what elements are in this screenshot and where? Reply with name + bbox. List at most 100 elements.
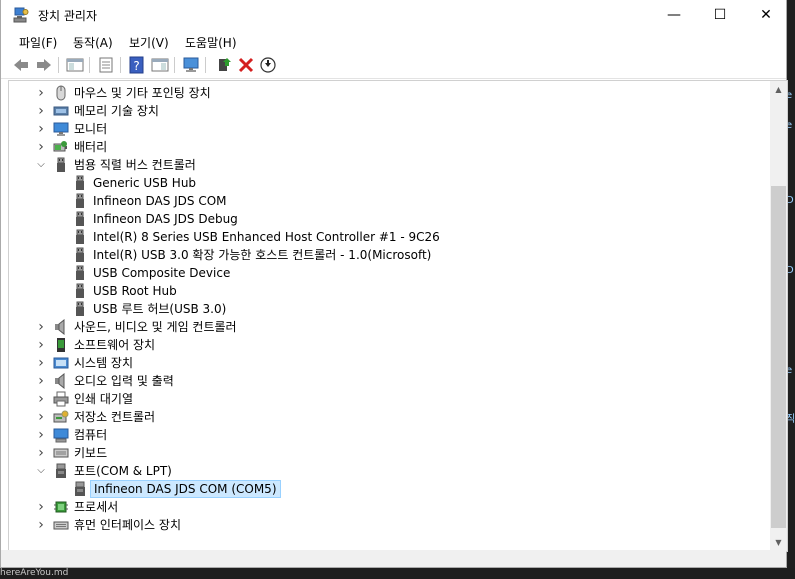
update-driver-icon[interactable] xyxy=(215,56,233,74)
expand-chevron-icon[interactable]: › xyxy=(36,84,46,102)
tree-item-label: 범용 직렬 버스 컨트롤러 xyxy=(74,158,196,172)
tree-item-label: 배터리 xyxy=(74,140,108,154)
minimize-button[interactable]: — xyxy=(651,0,697,30)
tree-item-label: 휴먼 인터페이스 장치 xyxy=(74,518,181,532)
expand-chevron-icon[interactable]: › xyxy=(36,318,46,336)
mouse-icon xyxy=(56,85,66,101)
tree-category[interactable]: › 메모리 기술 장치 xyxy=(9,102,749,120)
scroll-down-arrow[interactable]: ▼ xyxy=(770,534,787,551)
tree-device[interactable]: Infineon DAS JDS Debug xyxy=(9,210,749,228)
tree-category[interactable]: ⌵ 포트(COM & LPT) xyxy=(9,462,749,480)
forward-icon[interactable] xyxy=(35,56,53,74)
tree-device[interactable]: USB 루트 허브(USB 3.0) xyxy=(9,300,749,318)
memory-device-icon xyxy=(53,106,69,116)
menu-bar: 파일(F) 동작(A) 보기(V) 도움말(H) xyxy=(1,30,786,52)
collapse-chevron-icon[interactable]: ⌵ xyxy=(36,156,46,174)
usb-icon xyxy=(76,301,84,316)
speaker-icon xyxy=(55,319,65,335)
expand-chevron-icon[interactable]: › xyxy=(36,516,46,534)
tree-item-label: USB Root Hub xyxy=(93,284,177,298)
tree-category[interactable]: › 프로세서 xyxy=(9,498,749,516)
usb-icon xyxy=(76,229,84,244)
help-icon[interactable]: ? xyxy=(128,56,146,74)
expand-chevron-icon[interactable]: › xyxy=(36,426,46,444)
hid-icon xyxy=(53,521,69,530)
action-pane-icon[interactable] xyxy=(151,56,169,74)
tree-category[interactable]: › 모니터 xyxy=(9,120,749,138)
usb-icon xyxy=(76,265,84,280)
tree-item-label: Infineon DAS JDS Debug xyxy=(93,212,238,226)
background-taskbar-strip: hereAreYou.md xyxy=(0,568,795,579)
tree-category[interactable]: › 사운드, 비디오 및 게임 컨트롤러 xyxy=(9,318,749,336)
tree-category[interactable]: › 오디오 입력 및 출력 xyxy=(9,372,749,390)
uninstall-icon[interactable] xyxy=(237,56,255,74)
tree-item-label: Intel(R) USB 3.0 확장 가능한 호스트 컨트롤러 - 1.0(M… xyxy=(93,248,432,262)
scroll-up-arrow[interactable]: ▲ xyxy=(770,81,787,98)
scroll-thumb[interactable] xyxy=(771,186,786,528)
tree-item-label: USB 루트 허브(USB 3.0) xyxy=(93,302,227,316)
properties-icon[interactable] xyxy=(97,56,115,74)
menu-view[interactable]: 보기(V) xyxy=(129,34,169,51)
storage-controller-icon xyxy=(53,410,69,423)
tree-category[interactable]: ⌵ 범용 직렬 버스 컨트롤러 xyxy=(9,156,749,174)
tree-item-label: USB Composite Device xyxy=(93,266,231,280)
menu-action[interactable]: 동작(A) xyxy=(73,34,113,51)
expand-chevron-icon[interactable]: › xyxy=(36,336,46,354)
expand-chevron-icon[interactable]: › xyxy=(36,444,46,462)
tree-device[interactable]: Infineon DAS JDS COM xyxy=(9,192,749,210)
usb-icon xyxy=(76,283,84,298)
tree-item-label: 프로세서 xyxy=(74,500,119,514)
tree-item-label: 소프트웨어 장치 xyxy=(74,338,156,352)
processor-icon xyxy=(54,501,68,513)
expand-chevron-icon[interactable]: › xyxy=(36,102,46,120)
expand-chevron-icon[interactable]: › xyxy=(36,390,46,408)
tree-category[interactable]: › 키보드 xyxy=(9,444,749,462)
tree-device[interactable]: USB Composite Device xyxy=(9,264,749,282)
tree-item-label: Infineon DAS JDS COM xyxy=(93,194,227,208)
expand-chevron-icon[interactable]: › xyxy=(36,354,46,372)
back-icon[interactable] xyxy=(12,56,30,74)
tree-device[interactable]: USB Root Hub xyxy=(9,282,749,300)
tree-device[interactable]: Generic USB Hub xyxy=(9,174,749,192)
tree-item-label: Infineon DAS JDS COM (COM5) xyxy=(90,480,281,498)
tree-category[interactable]: › 휴먼 인터페이스 장치 xyxy=(9,516,749,534)
tree-item-label: Generic USB Hub xyxy=(93,176,197,190)
device-manager-window: 장치 관리자 — ☐ ✕ 파일(F) 동작(A) 보기(V) 도움말(H) ? … xyxy=(0,0,789,568)
tree-category[interactable]: › 저장소 컨트롤러 xyxy=(9,408,749,426)
tree-category[interactable]: › 시스템 장치 xyxy=(9,354,749,372)
expand-chevron-icon[interactable]: › xyxy=(36,138,46,156)
device-manager-icon xyxy=(13,7,29,23)
menu-file[interactable]: 파일(F) xyxy=(19,34,57,51)
maximize-button[interactable]: ☐ xyxy=(697,0,743,30)
tree-item-label: Intel(R) 8 Series USB Enhanced Host Cont… xyxy=(93,230,440,244)
show-hide-tree-icon[interactable] xyxy=(66,56,84,74)
tree-item-label: 메모리 기술 장치 xyxy=(74,104,159,118)
vertical-scrollbar[interactable]: ▲ ▼ xyxy=(770,81,787,551)
tree-category[interactable]: › 컴퓨터 xyxy=(9,426,749,444)
tree-item-label: 저장소 컨트롤러 xyxy=(74,410,156,424)
menu-help[interactable]: 도움말(H) xyxy=(185,34,237,51)
tree-category[interactable]: › 소프트웨어 장치 xyxy=(9,336,749,354)
tree-category[interactable]: › 배터리 xyxy=(9,138,749,156)
close-button[interactable]: ✕ xyxy=(743,0,789,30)
expand-chevron-icon[interactable]: › xyxy=(36,372,46,390)
tree-device[interactable]: Intel(R) 8 Series USB Enhanced Host Cont… xyxy=(9,228,749,246)
disable-icon[interactable] xyxy=(259,56,277,74)
status-bar xyxy=(1,550,786,567)
tree-item-label: 키보드 xyxy=(74,446,108,460)
toolbar-separator xyxy=(205,57,206,73)
usb-icon xyxy=(76,211,84,226)
expand-chevron-icon[interactable]: › xyxy=(36,408,46,426)
expand-chevron-icon[interactable]: › xyxy=(36,120,46,138)
tree-category[interactable]: › 인쇄 대기열 xyxy=(9,390,749,408)
monitor-scan-icon[interactable] xyxy=(182,56,200,74)
tree-device[interactable]: Intel(R) USB 3.0 확장 가능한 호스트 컨트롤러 - 1.0(M… xyxy=(9,246,749,264)
collapse-chevron-icon[interactable]: ⌵ xyxy=(36,462,46,480)
keyboard-icon xyxy=(53,448,69,458)
tree-device[interactable]: Infineon DAS JDS COM (COM5) xyxy=(9,480,749,498)
tree-category[interactable]: › 마우스 및 기타 포인팅 장치 xyxy=(9,84,749,102)
tree-item-label: 마우스 및 기타 포인팅 장치 xyxy=(74,86,211,100)
tree-item-label: 사운드, 비디오 및 게임 컨트롤러 xyxy=(74,320,237,334)
expand-chevron-icon[interactable]: › xyxy=(36,498,46,516)
tree-item-label: 컴퓨터 xyxy=(74,428,108,442)
